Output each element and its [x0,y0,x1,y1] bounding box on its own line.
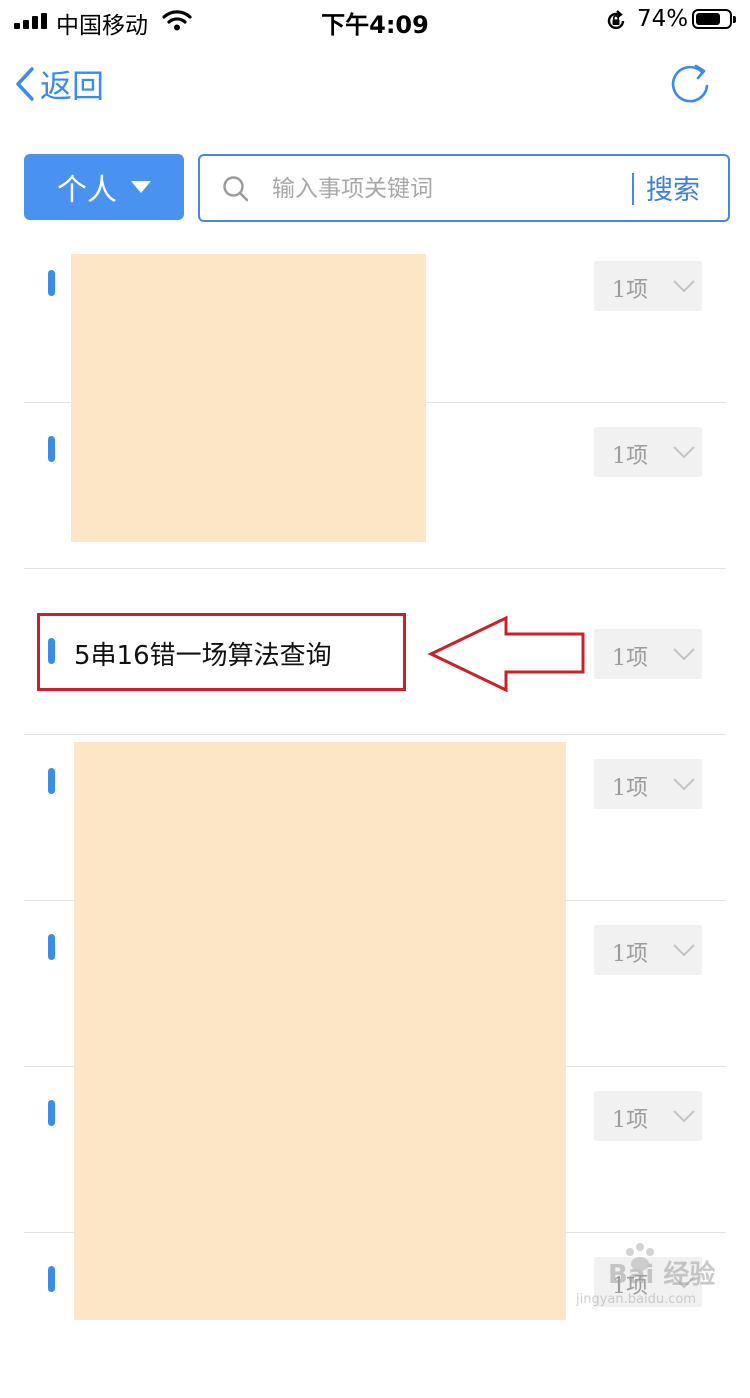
search-button[interactable]: 搜索 [646,168,700,207]
chevron-down-icon [673,944,695,957]
count-label: 1项 [612,646,648,671]
count-label: 1项 [612,1108,648,1133]
count-toggle[interactable]: 1项 [594,759,702,809]
count-toggle[interactable]: 1项 [594,629,702,679]
chevron-down-icon [673,280,695,293]
count-label: 1项 [612,278,648,303]
count-toggle[interactable]: 1项 [594,427,702,477]
row-marker [48,934,55,960]
redaction-block [71,254,426,542]
chevron-down-icon [673,446,695,459]
chevron-down-icon [673,1110,695,1123]
watermark-text: Bai 经验 [608,1260,716,1290]
count-label: 1项 [612,942,648,967]
row-marker [48,436,55,462]
battery-percent: 74% [637,6,689,32]
arrow-left-icon [427,615,585,693]
count-label: 1项 [612,776,648,801]
chevron-down-icon [673,778,695,791]
chevron-down-icon [673,648,695,661]
chevron-left-icon [16,67,34,101]
back-label: 返回 [40,67,105,105]
search-input[interactable] [270,166,624,212]
row-marker [48,768,55,794]
search-divider [632,173,634,205]
scope-dropdown-button[interactable]: 个人 [24,154,184,220]
back-button[interactable]: 返回 [14,62,104,106]
count-toggle[interactable]: 1项 [594,925,702,975]
count-toggle[interactable]: 1项 [594,1091,702,1141]
count-toggle[interactable]: 1项 [594,261,702,311]
highlight-box [37,613,406,691]
count-label: 1项 [612,444,648,469]
row-marker [48,1266,55,1292]
caret-down-icon [131,181,151,193]
row-marker [48,1100,55,1126]
redaction-block [74,742,566,1320]
baidu-watermark: Bai 经验 jingyan.baidu.com [570,1240,720,1320]
battery-icon [692,9,736,29]
row-marker [48,270,55,296]
search-box: 搜索 [198,154,730,222]
search-icon [223,176,249,202]
watermark-url: jingyan.baidu.com [576,1292,696,1307]
scope-label: 个人 [57,173,117,208]
refresh-icon[interactable] [668,62,712,106]
rotation-lock-icon [607,10,625,30]
status-bar: 中国移动 下午4:09 74% [0,0,750,42]
